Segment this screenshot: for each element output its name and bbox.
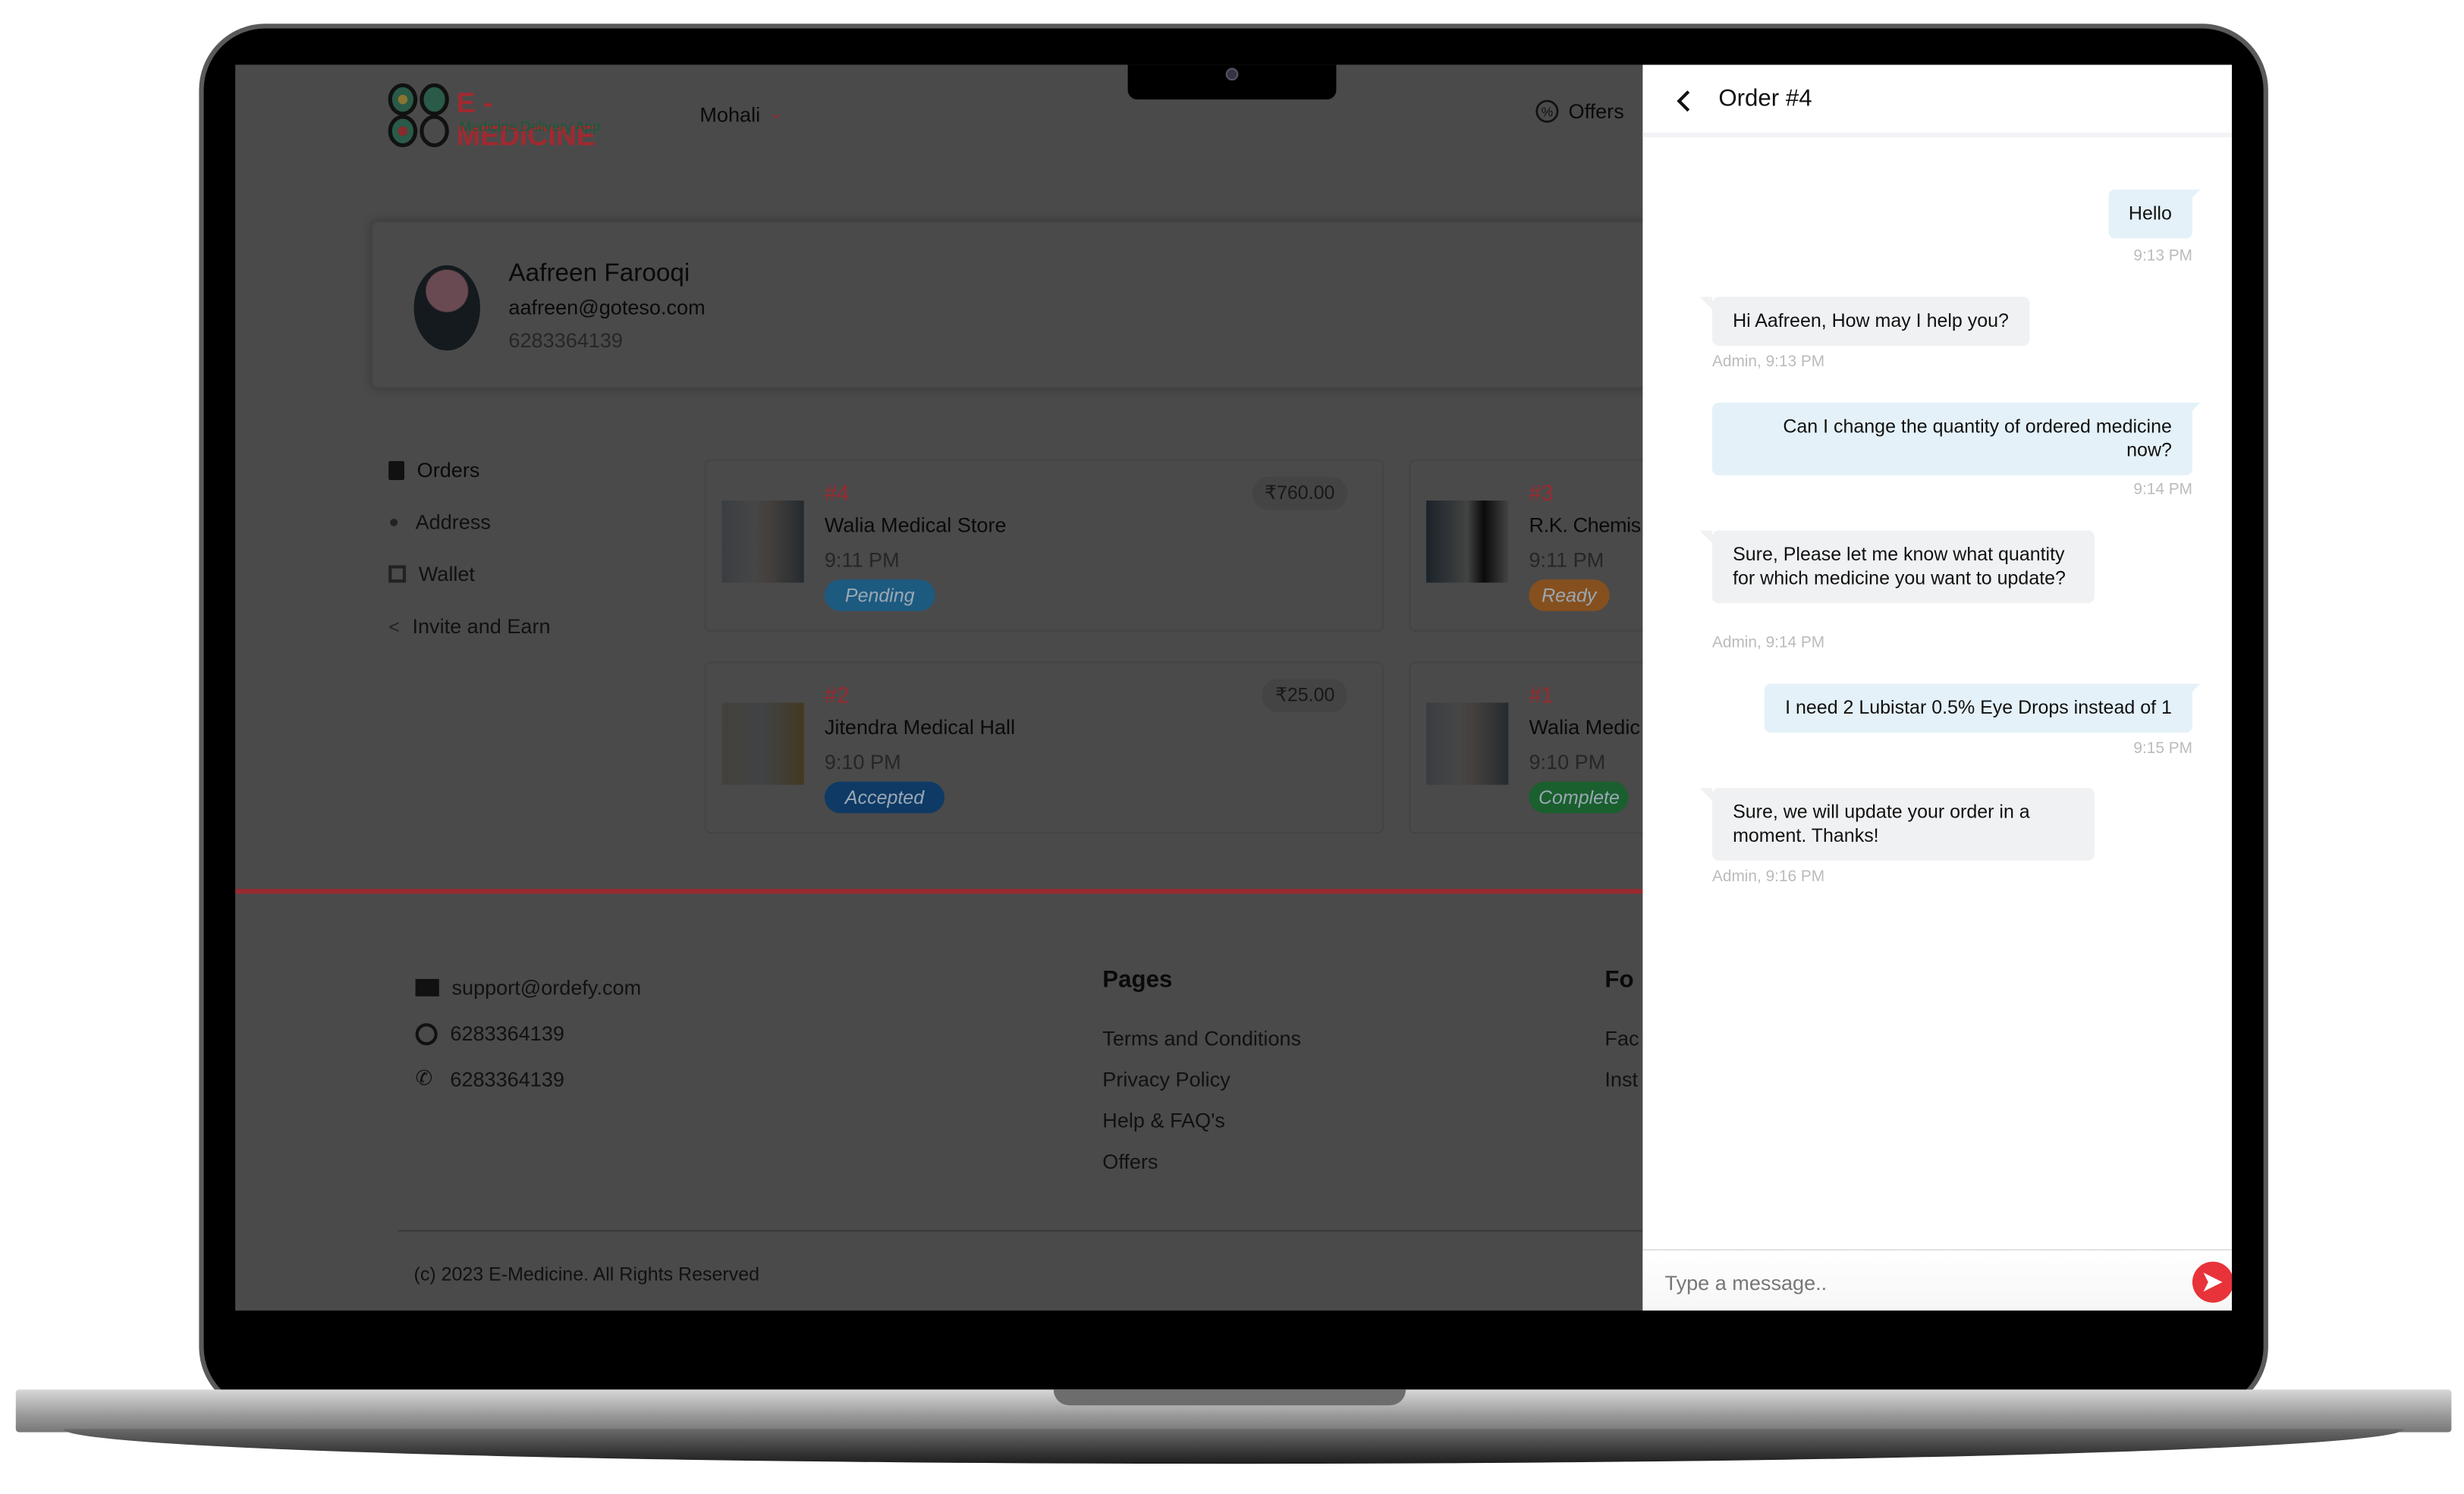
message-composer xyxy=(1642,1248,2233,1311)
back-arrow-icon[interactable] xyxy=(1674,89,1693,114)
message-meta: 9:15 PM xyxy=(2133,740,2192,758)
message-bubble-received: Sure, Please let me know what quantity f… xyxy=(1699,530,2095,604)
order-card[interactable]: #3 R.K. Chemis 9:11 PM Ready xyxy=(1409,459,1643,632)
sidebar-item-orders[interactable]: Orders xyxy=(388,458,479,482)
logo[interactable]: E - MEDICINE Medicine Delivery App xyxy=(385,82,638,152)
sidebar-item-address[interactable]: ● Address xyxy=(388,510,491,534)
logo-clover-icon xyxy=(388,83,449,148)
footer-email[interactable]: support@ordefy.com xyxy=(415,975,642,1000)
order-card[interactable]: #1 Walia Medic 9:10 PM Complete xyxy=(1409,661,1643,834)
footer-link-privacy[interactable]: Privacy Policy xyxy=(1102,1067,1230,1091)
location-selector[interactable]: Mohali ⌄ xyxy=(699,102,783,126)
footer-link-facebook[interactable]: Fac xyxy=(1604,1026,1639,1050)
footer-link-offers[interactable]: Offers xyxy=(1102,1150,1158,1173)
footer-follow-title: Fo xyxy=(1604,966,1634,993)
message-bubble-sent: Hello xyxy=(2107,189,2202,239)
copyright: (c) 2023 E-Medicine. All Rights Reserved xyxy=(413,1263,760,1285)
avatar xyxy=(413,265,480,351)
footer-link-instagram[interactable]: Inst xyxy=(1604,1067,1638,1091)
chevron-down-icon: ⌄ xyxy=(769,105,784,124)
order-id: #4 xyxy=(824,479,850,506)
status-badge: Pending xyxy=(824,579,935,611)
sidebar-item-label: Orders xyxy=(416,457,480,482)
message-input[interactable] xyxy=(1664,1264,2170,1300)
profile-email: aafreen@goteso.com xyxy=(508,295,706,319)
message-meta: Admin, 9:16 PM xyxy=(1711,868,1825,887)
status-badge: Ready xyxy=(1529,579,1610,611)
message-meta: Admin, 9:13 PM xyxy=(1711,353,1825,372)
chat-title: Order #4 xyxy=(1718,85,1812,112)
profile-card: Aafreen Farooqi aafreen@goteso.com 62833… xyxy=(371,221,1643,389)
order-card[interactable]: #4 Walia Medical Store 9:11 PM Pending ₹… xyxy=(704,459,1384,632)
camera-icon xyxy=(1225,67,1239,81)
sidebar-item-label: Wallet xyxy=(418,562,475,586)
status-badge: Accepted xyxy=(824,781,945,814)
store-image xyxy=(721,501,804,583)
store-name: Walia Medic xyxy=(1529,715,1640,739)
send-icon xyxy=(2203,1273,2223,1292)
footer-link-terms[interactable]: Terms and Conditions xyxy=(1102,1026,1301,1050)
svg-text:%: % xyxy=(1542,105,1554,120)
screen: E - MEDICINE Medicine Delivery App Mohal… xyxy=(235,64,2233,1311)
store-image xyxy=(721,702,804,785)
profile-phone: 6283364139 xyxy=(508,328,623,353)
sidebar-item-wallet[interactable]: Wallet xyxy=(388,562,475,585)
chat-header: Order #4 xyxy=(1642,64,2233,138)
whatsapp-icon xyxy=(415,1022,438,1045)
sidebar-item-invite[interactable]: < Invite and Earn xyxy=(388,614,550,638)
footer-phone-text: 6283364139 xyxy=(450,1066,564,1091)
clipboard-icon xyxy=(388,460,405,479)
message-bubble-received: Hi Aafreen, How may I help you? xyxy=(1699,297,2030,346)
phone-icon: ✆ xyxy=(415,1066,433,1090)
order-time: 9:10 PM xyxy=(1529,749,1606,774)
footer-pages-title: Pages xyxy=(1102,966,1173,993)
laptop-hinge-notch xyxy=(1053,1389,1406,1406)
laptop-base-shadow xyxy=(63,1429,2404,1464)
camera-notch xyxy=(1127,64,1337,100)
message-bubble-sent: Can I change the quantity of ordered med… xyxy=(1711,402,2201,476)
order-id: #2 xyxy=(824,682,850,708)
sidebar-item-label: Address xyxy=(415,510,491,534)
footer-whatsapp-text: 6283364139 xyxy=(450,1022,564,1046)
footer-email-text: support@ordefy.com xyxy=(451,975,642,1000)
offers-link[interactable]: % Offers xyxy=(1535,99,1624,123)
chat-panel: Order #4 Hello 9:13 PM Hi Aafreen, How m… xyxy=(1642,64,2233,1311)
store-image xyxy=(1426,501,1509,583)
message-meta: 9:13 PM xyxy=(2133,247,2192,265)
order-price: ₹25.00 xyxy=(1262,679,1348,713)
status-badge: Complete xyxy=(1529,781,1630,814)
message-meta: Admin, 9:14 PM xyxy=(1711,635,1825,652)
location-pin-icon: ● xyxy=(388,512,400,532)
store-name: Jitendra Medical Hall xyxy=(824,715,1016,739)
order-time: 9:11 PM xyxy=(1529,548,1604,572)
brand-tagline: Medicine Delivery App xyxy=(459,118,601,134)
wallet-icon xyxy=(388,565,407,583)
order-time: 9:10 PM xyxy=(824,749,901,774)
profile-name: Aafreen Farooqi xyxy=(508,260,690,287)
message-bubble-received: Sure, we will update your order in a mom… xyxy=(1699,787,2095,861)
offers-label: Offers xyxy=(1568,99,1624,124)
store-image xyxy=(1426,702,1509,785)
message-bubble-sent: I need 2 Lubistar 0.5% Eye Drops instead… xyxy=(1765,683,2201,733)
location-label: Mohali xyxy=(699,102,761,127)
profile-page: E - MEDICINE Medicine Delivery App Mohal… xyxy=(235,64,1643,1311)
footer-divider xyxy=(398,1229,1643,1232)
share-icon: < xyxy=(388,614,400,638)
order-id: #1 xyxy=(1529,682,1554,708)
sidebar-item-label: Invite and Earn xyxy=(412,614,551,639)
order-time: 9:11 PM xyxy=(824,548,900,572)
mail-icon xyxy=(415,978,439,997)
footer-whatsapp[interactable]: 6283364139 xyxy=(415,1022,564,1046)
store-name: Walia Medical Store xyxy=(824,513,1007,537)
order-price: ₹760.00 xyxy=(1252,476,1348,510)
footer-link-help[interactable]: Help & FAQ's xyxy=(1102,1109,1225,1132)
discount-badge-icon: % xyxy=(1535,99,1559,123)
message-meta: 9:14 PM xyxy=(2133,482,2192,499)
store-name: R.K. Chemis xyxy=(1529,513,1641,537)
footer-phone[interactable]: ✆ 6283364139 xyxy=(416,1066,564,1091)
order-id: #3 xyxy=(1529,479,1554,506)
footer-divider-accent xyxy=(235,889,1643,894)
send-button[interactable] xyxy=(2192,1261,2233,1303)
order-card[interactable]: #2 Jitendra Medical Hall 9:10 PM Accepte… xyxy=(704,661,1384,834)
